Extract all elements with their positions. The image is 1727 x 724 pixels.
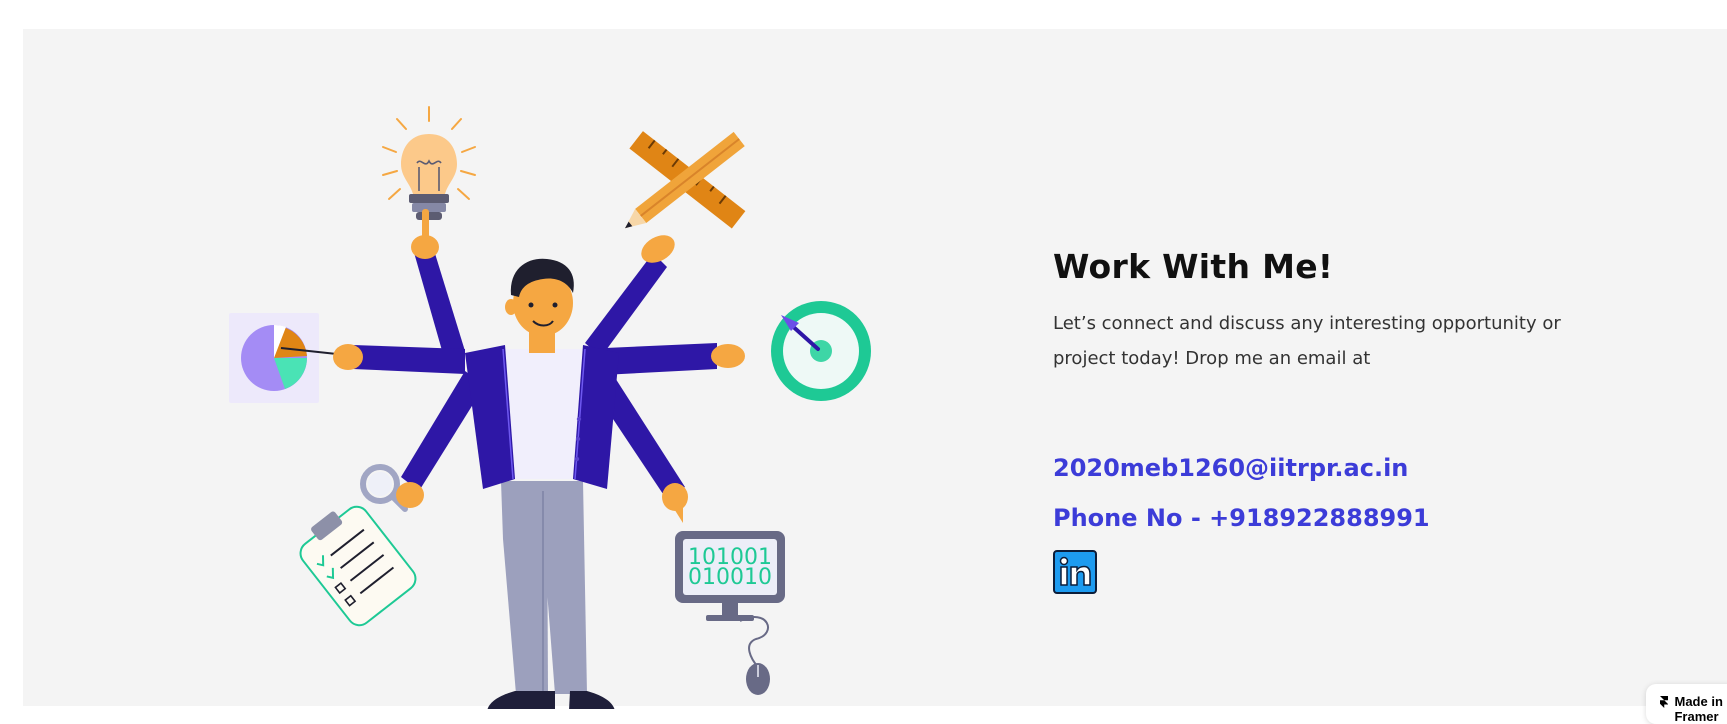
person-figure <box>333 209 745 709</box>
phone-number: Phone No - +918922888991 <box>1053 504 1430 532</box>
framer-logo-icon <box>1660 696 1669 708</box>
clipboard-icon <box>299 505 417 627</box>
lightbulb-icon <box>382 106 476 220</box>
binary-text-line-2: 010010 <box>688 565 772 590</box>
email-link[interactable]: 2020meb1260@iitrpr.ac.in <box>1053 454 1613 482</box>
section-heading: Work With Me! <box>1053 247 1334 286</box>
section-description: Let’s connect and discuss any interestin… <box>1053 313 1561 369</box>
made-in-framer-badge[interactable]: Made in Framer <box>1646 684 1727 724</box>
ruler-pencil-icon <box>624 131 746 229</box>
computer-monitor-icon: 101001 010010 <box>675 531 785 695</box>
pie-chart-card-icon <box>229 313 347 403</box>
badge-label: Made in Framer <box>1674 694 1723 724</box>
linkedin-icon <box>1053 550 1097 594</box>
work-with-me-section: 101001 010010 Work With Me! Let’s connec… <box>23 29 1727 709</box>
contact-content: Work With Me! Let’s connect and discuss … <box>1053 247 1613 594</box>
linkedin-link[interactable] <box>1053 550 1097 594</box>
target-icon <box>771 301 871 401</box>
multitasking-person-illustration: 101001 010010 <box>229 106 871 709</box>
